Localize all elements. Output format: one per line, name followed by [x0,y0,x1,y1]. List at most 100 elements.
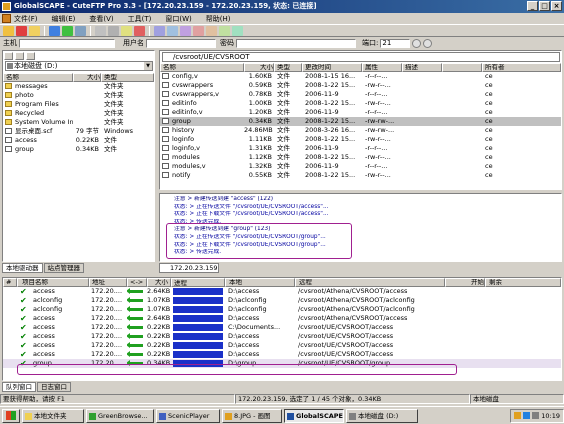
properties-icon[interactable] [167,25,178,36]
network-icon[interactable] [523,412,531,419]
view-icon[interactable] [154,25,165,36]
taskbar-item[interactable]: GreenBrowse... [86,408,154,423]
remote-file-row[interactable]: editinfo 1.00KB 文件 2008-1-22 15... -rw-r--..… [160,99,561,108]
remote-file-row[interactable]: config,v 1.60KB 文件 2008-1-15 16... -r--r--..… [160,72,561,81]
col-size[interactable]: 大小 [73,73,101,82]
folder-icon[interactable] [29,25,40,36]
delete-icon[interactable] [134,25,145,36]
view-local-icon[interactable] [26,52,35,60]
remote-file-row[interactable]: cvswrappers 0.59KB 文件 2008-1-22 15... -rw-r-… [160,81,561,90]
rcol-blank[interactable] [442,63,482,72]
settings-icon[interactable] [180,25,191,36]
qcol-size[interactable]: 大小 [147,278,171,287]
host-input[interactable] [19,38,115,48]
col-name[interactable]: 名称 [3,73,73,82]
remote-file-row[interactable]: notify 0.55KB 文件 2008-1-22 15... -rw-r--... c… [160,171,561,180]
chevron-down-icon[interactable]: ▼ [144,62,152,70]
rcol-attr[interactable]: 属性 [362,63,402,72]
menu-window[interactable]: 窗口(W) [165,14,191,24]
copy-icon[interactable] [108,25,119,36]
tab-local-drives[interactable]: 本地驱动器 [2,263,43,273]
search-icon[interactable] [206,25,217,36]
rcol-owner[interactable]: 所有者 [482,63,561,72]
local-file-row[interactable]: access 0.22KB 文件 [3,136,154,145]
maximize-button[interactable]: □ [539,1,550,11]
menu-edit[interactable]: 编辑(E) [52,14,76,24]
queue-row[interactable]: ✔ access 172.20.... 0.22KB D:\access/cvsroot… [3,350,561,359]
refresh-local-icon[interactable] [15,52,24,60]
remote-file-row[interactable]: cvswrappers,v 0.78KB 文件 2006-11-9 -r--r--...… [160,90,561,99]
user-input[interactable] [146,38,216,48]
rcol-type[interactable]: 类型 [274,63,302,72]
remote-file-row[interactable]: group 0.34KB 文件 2008-1-22 15... -rw-rw-... ce [160,117,561,126]
menu-view[interactable]: 查看(V) [89,14,113,24]
taskbar-item[interactable]: 本地磁盘 (D:) [346,408,418,423]
start-button[interactable] [2,408,20,423]
qcol-start[interactable]: 开始 [445,278,485,287]
quick-connect-icon[interactable] [423,38,433,48]
download-icon[interactable] [49,25,60,36]
stop-icon[interactable] [193,25,204,36]
menu-file[interactable]: 文件(F) [14,14,38,24]
menu-tools[interactable]: 工具(T) [128,14,152,24]
connect-go-icon[interactable] [412,38,422,48]
queue-row[interactable]: ✔ access 172.20.... 2.64KB D:\access/cvsroot… [3,314,561,323]
queue-row[interactable]: ✔ aclconfig 172.20.... 1.07KB D:\aclconfig/c… [3,305,561,314]
rcol-size[interactable]: 大小 [244,63,274,72]
queue-row[interactable]: ✔ access 172.20.... 2.64KB D:\access/cvsroot… [3,287,561,296]
remote-file-row[interactable]: loginfo,v 1.31KB 文件 2006-11-9 -r--r--... ce [160,144,561,153]
remote-file-row[interactable]: modules,v 1.32KB 文件 2006-11-9 -r--r--... ce [160,162,561,171]
tab-queue[interactable]: 队列窗口 [2,382,36,392]
tab-remote-host[interactable]: 172.20.23.159 [159,263,219,273]
tab-site-manager[interactable]: 站点管理器 [43,263,84,273]
tray-icon[interactable] [514,412,522,419]
upload-icon[interactable] [62,25,73,36]
remote-path[interactable]: /cvsroot/UE/CVSROOT [162,52,560,62]
taskbar-item[interactable]: 8.JPG - 画图 [222,408,282,423]
local-file-row[interactable]: Program Files 文件夹 [3,100,154,109]
qcol-address[interactable]: 地址 [89,278,127,287]
remote-file-row[interactable]: loginfo 1.11KB 文件 2008-1-22 15... -rw-r--...… [160,135,561,144]
qcol-index[interactable]: # [3,278,17,287]
queue-row[interactable]: ✔ access 172.20.... 0.22KB D:\access/cvsroot… [3,332,561,341]
local-file-row[interactable]: photo 文件夹 [3,91,154,100]
cut-icon[interactable] [95,25,106,36]
up-folder-icon[interactable] [4,52,13,60]
document-icon[interactable] [2,14,11,23]
close-button[interactable]: × [551,1,562,11]
queue-row[interactable]: ✔ aclconfig 172.20.... 1.07KB D:\aclconfig/c… [3,296,561,305]
qcol-local[interactable]: 本地 [225,278,295,287]
remote-file-row[interactable]: editinfo,v 1.20KB 文件 2006-11-9 -r--r--... ce [160,108,561,117]
paste-icon[interactable] [121,25,132,36]
local-file-row[interactable]: 显示桌面.scf 79 字节 Windows [3,127,154,136]
local-drive-select[interactable]: 本地磁盘 (D:) ▼ [5,61,153,71]
remote-file-row[interactable]: history 24.86MB 文件 2008-3-26 16... -rw-rw-..… [160,126,561,135]
local-file-row[interactable]: messages 文件夹 [3,82,154,91]
port-input[interactable]: 21 [380,38,411,48]
taskbar-item[interactable]: 本地文件夹 [22,408,84,423]
disconnect-icon[interactable] [16,25,27,36]
rcol-desc[interactable]: 描述 [402,63,442,72]
queue-row[interactable]: ✔ access 172.20.... 0.22KB D:\access/cvsroot… [3,341,561,350]
col-type[interactable]: 类型 [101,73,154,82]
minimize-button[interactable]: _ [527,1,538,11]
queue-row[interactable]: ✔ access 172.20.... 0.22KB C:\Documents... /c… [3,323,561,332]
tab-log[interactable]: 日志窗口 [37,382,71,392]
connect-icon[interactable] [3,25,14,36]
remote-file-row[interactable]: modules 1.12KB 文件 2008-1-22 15... -rw-r--...… [160,153,561,162]
qcol-name[interactable]: 项目名称 [17,278,89,287]
filter-icon[interactable] [219,25,230,36]
refresh-icon[interactable] [75,25,86,36]
password-input[interactable] [236,38,356,48]
local-file-row[interactable]: System Volume Inform... 文件夹 [3,118,154,127]
qcol-direction[interactable]: <-> [127,278,147,287]
qcol-remaining[interactable]: 剩余 [485,278,561,287]
local-file-row[interactable]: group 0.34KB 文件 [3,145,154,154]
rcol-name[interactable]: 名称 [160,63,244,72]
local-file-row[interactable]: Recycled 文件夹 [3,109,154,118]
taskbar-item[interactable]: GlobalSCAPE... [284,408,344,423]
qcol-remote[interactable]: 远程 [295,278,445,287]
taskbar-item[interactable]: ScenicPlayer [156,408,220,423]
menu-help[interactable]: 帮助(H) [206,14,231,24]
qcol-progress[interactable]: 进程 [171,278,225,287]
